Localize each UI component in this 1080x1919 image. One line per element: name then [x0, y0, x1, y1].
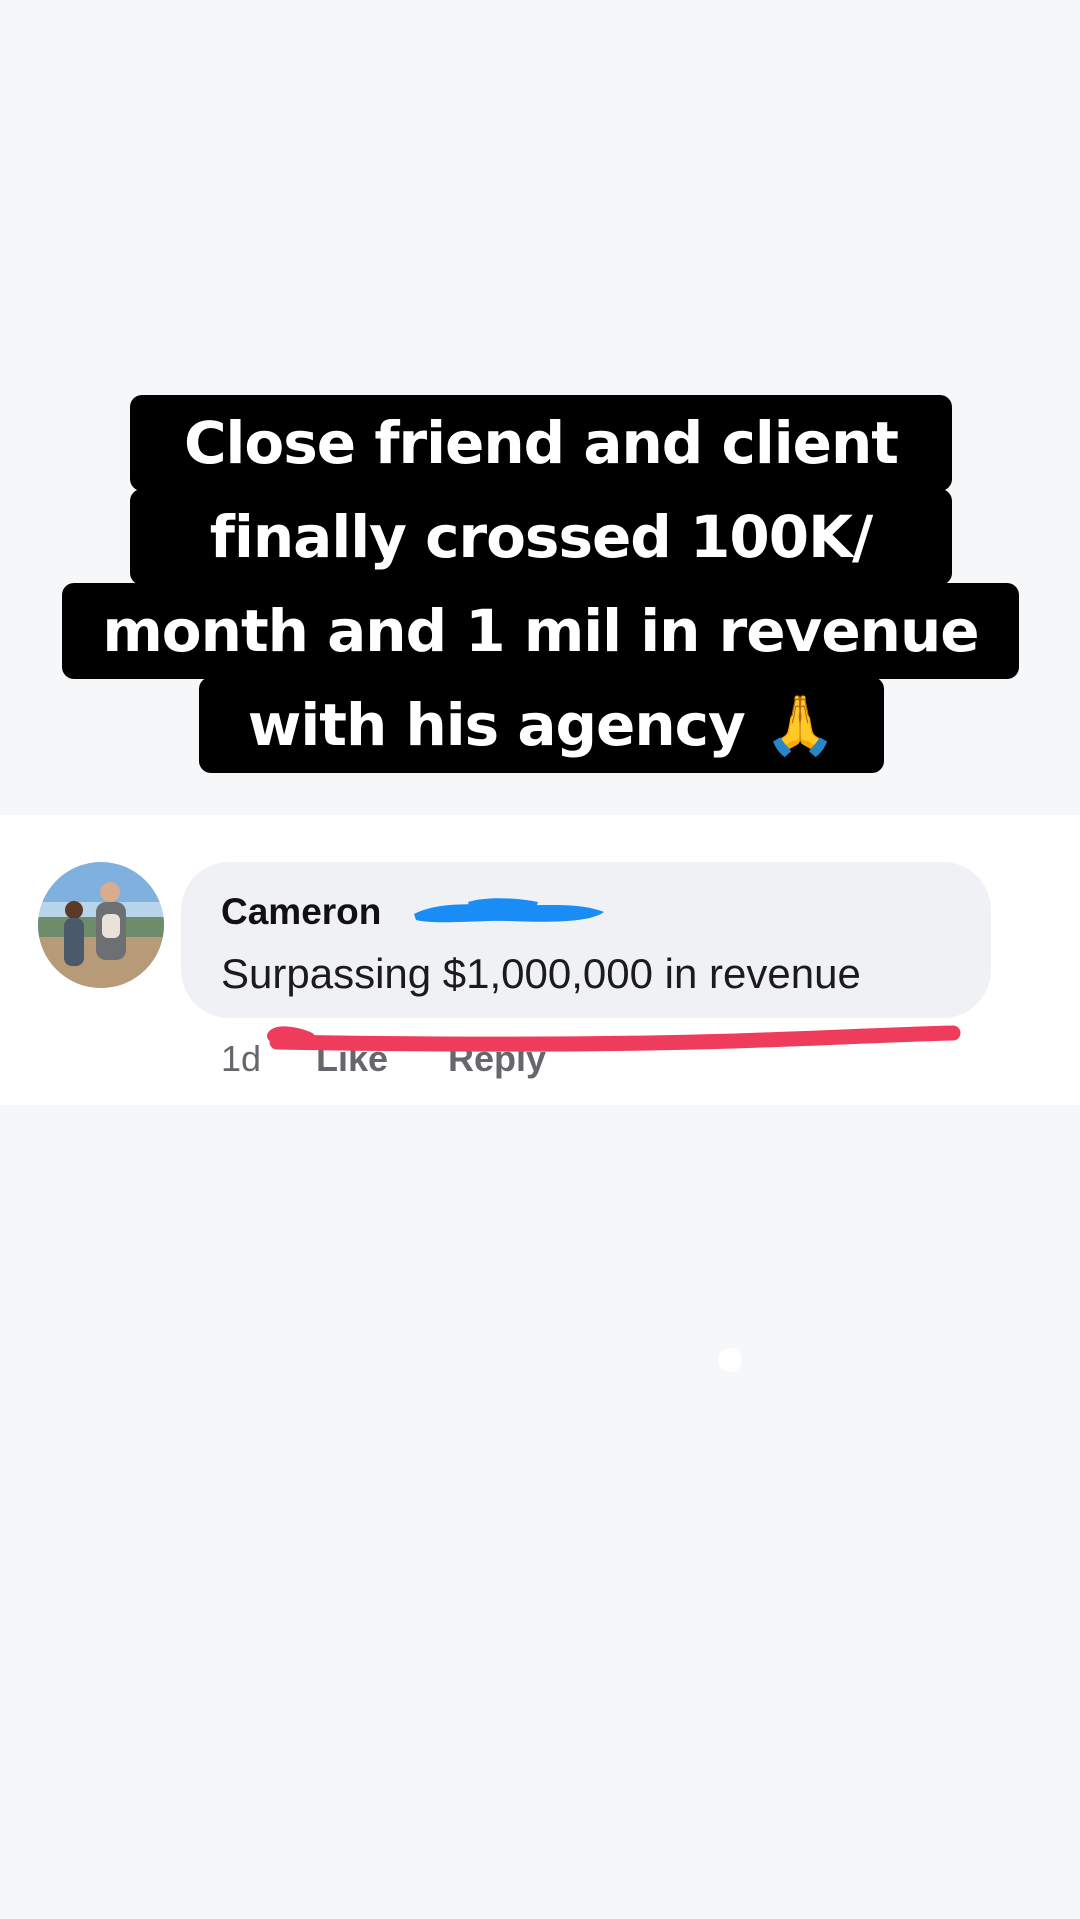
caption-line-4: with his agency 🙏: [199, 677, 884, 773]
white-dot: [718, 1348, 742, 1372]
comment-timestamp: 1d: [221, 1038, 262, 1079]
caption-line-3: month and 1 mil in revenue: [62, 583, 1019, 679]
story-caption: Close friend and client finally crossed …: [0, 395, 1080, 795]
comment-author[interactable]: Cameron: [221, 887, 381, 937]
caption-line-2: finally crossed 100K/: [130, 489, 952, 585]
redaction-scribble-icon: [408, 894, 612, 930]
caption-line-1: Close friend and client: [130, 395, 952, 491]
comment-text: Surpassing $1,000,000 in revenue: [221, 950, 861, 997]
avatar[interactable]: [38, 862, 164, 988]
red-underline-icon: [265, 1020, 963, 1070]
profile-photo-icon: [38, 862, 164, 988]
